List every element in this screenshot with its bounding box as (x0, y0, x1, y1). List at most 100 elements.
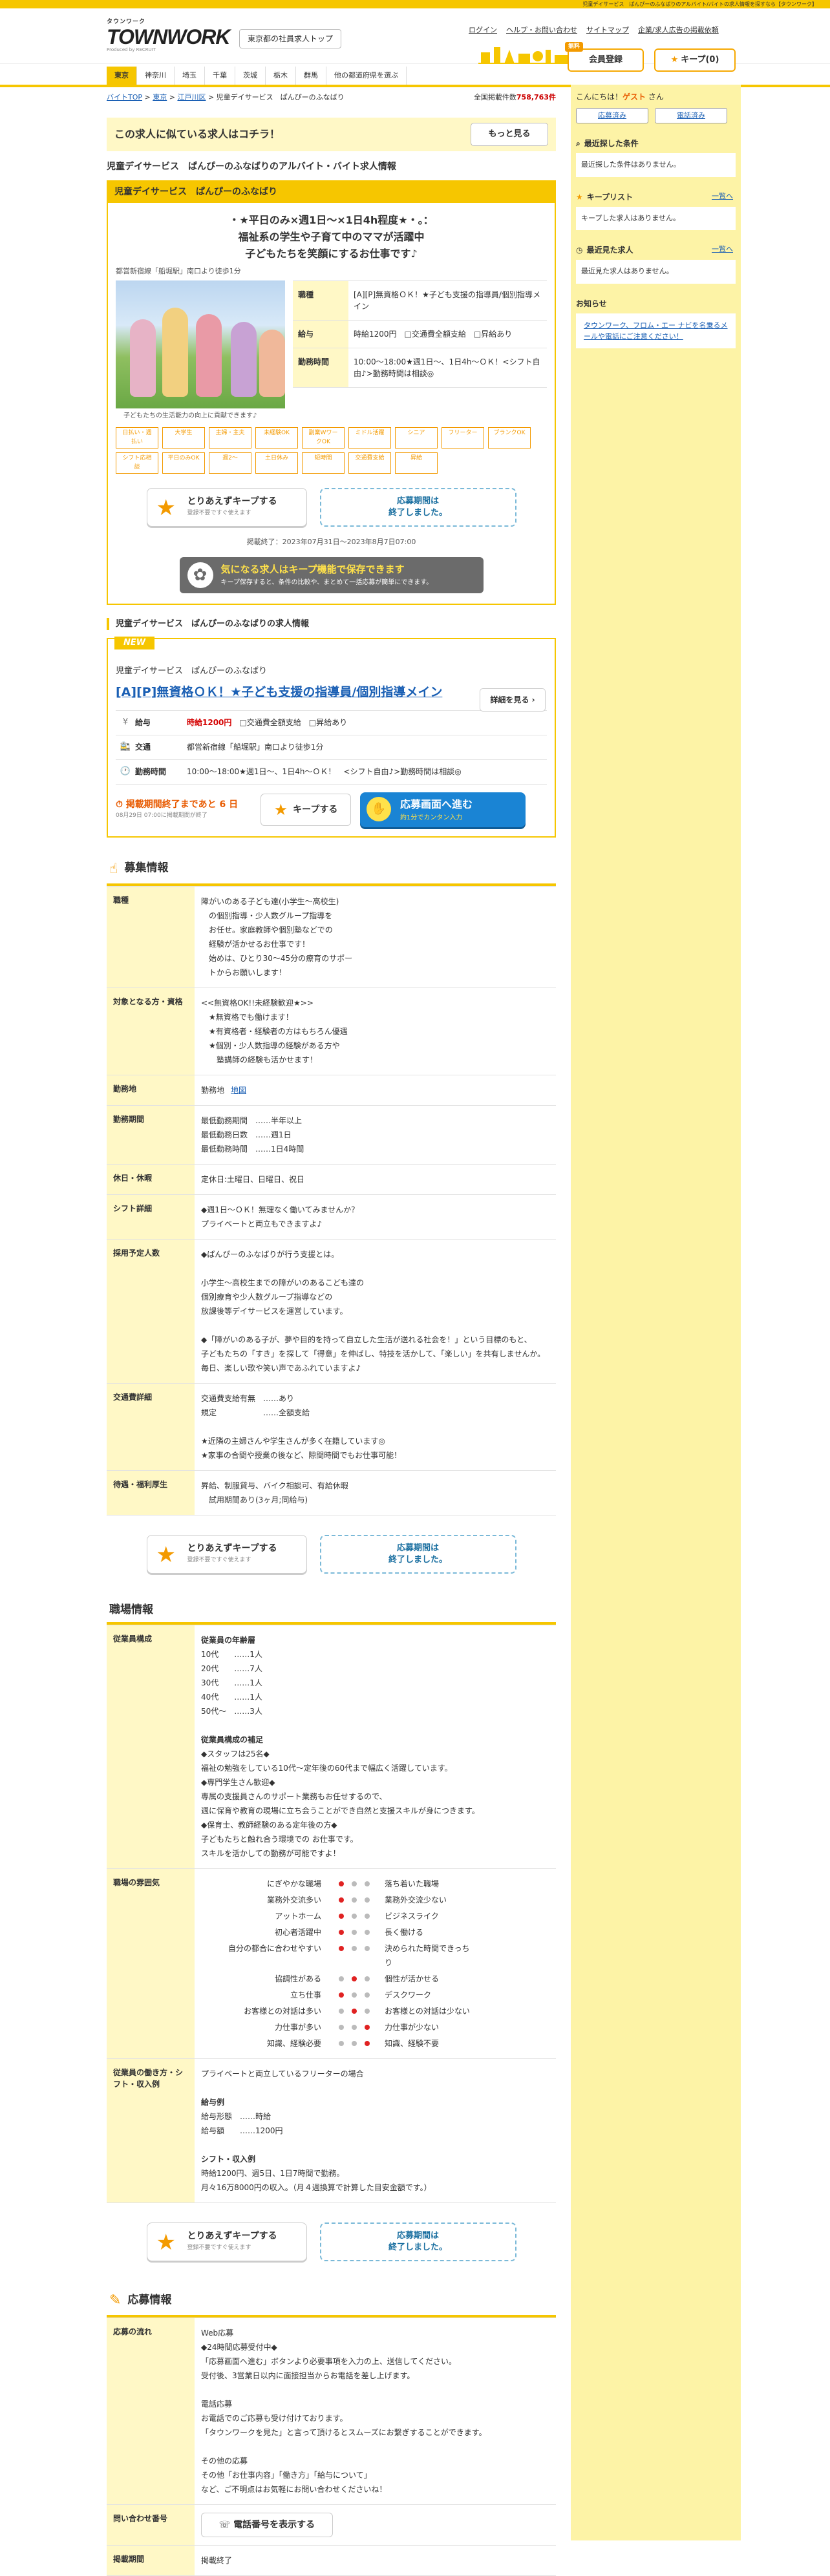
atmosphere-dot (339, 2041, 344, 2046)
region-tab-ibaraki[interactable]: 茨城 (235, 67, 266, 85)
similar-more-button[interactable]: もっと見る (471, 122, 548, 146)
region-top-button[interactable]: 東京都の社員求人トップ (239, 29, 342, 48)
workplace-row-composition: 従業員構成 従業員の年齢層 10代 ……1人 20代 ……7人 30代 ……1人 … (107, 1625, 556, 1869)
apply-info-title: 応募情報 (127, 2293, 172, 2307)
child-figure (259, 330, 285, 397)
pencil-icon: ✎ (109, 2292, 122, 2308)
recruit-row-text: 最低勤務期間 ……半年以上 最低勤務日数 ……週1日 最低勤務時間 ……1日4時… (201, 1115, 304, 1154)
feature-tag: シニア (395, 427, 438, 449)
hand-icon: ✋ (367, 796, 391, 821)
called-button[interactable]: 電話済み (655, 108, 727, 123)
breadcrumb-edogawa[interactable]: 江戸川区 (177, 93, 206, 101)
region-tab-saitama[interactable]: 埼玉 (175, 67, 205, 85)
help-link[interactable]: ヘルプ・お問い合わせ (506, 25, 577, 36)
townwork-logo[interactable]: タウンワーク TOWNWORK Produced by RECRUIT (107, 18, 230, 53)
atmosphere-right-label: 落ち着いた職場 (385, 1879, 440, 1888)
try-keep-button[interactable]: ★ とりあえずキープする 登録不要ですぐ使えます (146, 488, 307, 527)
recruit-row: 勤務地 勤務地 地図 (107, 1075, 556, 1106)
breadcrumb-baito-top[interactable]: バイトTOP (107, 93, 142, 101)
atmosphere-dot (365, 1930, 370, 1935)
atmosphere-dot (365, 2041, 370, 2046)
summary-row-salary: ¥ 給与 時給1200円 □交通費全額支給 □昇給あり (116, 711, 547, 735)
atmosphere-dot (352, 1930, 357, 1935)
workplace-row-value: 従業員の年齢層 10代 ……1人 20代 ……7人 30代 ……1人 40代 ……… (195, 1625, 556, 1868)
hand-icon: ☝ (109, 860, 118, 877)
atmosphere-left-label: 初心者活躍中 (274, 1928, 321, 1937)
recruit-row: 職種 障がいのある子ども達(小学生～高校生) の個別指導・少人数グループ指導を お… (107, 886, 556, 988)
region-tab-gunma[interactable]: 群馬 (296, 67, 326, 85)
notice-title: お知らせ (576, 299, 607, 308)
recruit-row-value: 定休日:土曜日、日曜日、祝日 (195, 1165, 556, 1194)
sitemap-link[interactable]: サイトマップ (586, 25, 629, 36)
region-tab-tochigi[interactable]: 栃木 (266, 67, 296, 85)
atmosphere-left-label: 立ち仕事 (290, 1990, 321, 2000)
keep-feature-banner[interactable]: ✿ 気になる求人はキープ機能で保存できます キープ保存すると、条件の比較や、まと… (179, 556, 484, 593)
logo-word-town: TOWN (107, 25, 167, 48)
region-nav: 東京 神奈川 埼玉 千葉 茨城 栃木 群馬 他の都道府県を選ぶ (107, 67, 407, 85)
keep-button[interactable]: ★ キープする (261, 793, 351, 826)
detail-button[interactable]: 詳細を見る › (480, 688, 546, 712)
keeplist-empty: キープした求人はありません。 (576, 206, 736, 230)
catch-line-3: 子どもたちを笑顔にするお仕事です♪ (245, 247, 418, 260)
feature-tag: 主婦・主夫 (209, 427, 251, 449)
recruit-row-value: 最低勤務期間 ……半年以上 最低勤務日数 ……週1日 最低勤務時間 ……1日4時… (195, 1106, 556, 1164)
atmosphere-dot (339, 2009, 344, 2014)
catch-line-2: 福祉系の学生や子育て中のママが活躍中 (238, 230, 425, 243)
keeplist-more-link[interactable]: 一覧へ (712, 191, 733, 202)
region-tab-other[interactable]: 他の都道府県を選ぶ (326, 67, 407, 85)
recruit-row: 休日・休暇 定休日:土曜日、日曜日、祝日 (107, 1164, 556, 1195)
register-button[interactable]: 無料 会員登録 (565, 42, 644, 72)
ad-request-link[interactable]: 企業/求人広告の掲載依頼 (638, 25, 719, 36)
application-closed-notice: 応募期間は 終了しました。 (319, 1534, 516, 1574)
atmosphere-right-label: 業務外交流少ない (385, 1895, 447, 1905)
feature-tag: 平日のみOK (162, 452, 205, 474)
show-phone-button[interactable]: ☏ 電話番号を表示する (201, 2513, 333, 2537)
salary-example: 給与形態 ……時給 給与額 ……1200円 (201, 2112, 283, 2135)
recruit-row-value: ◆週1日～ＯＫ！無理なく働いてみませんか？ プライベートと両立もできますよ♪ (195, 1195, 556, 1239)
logo-wordmark: TOWNWORK (107, 25, 230, 48)
age-breakdown-title: 従業員の年齢層 (201, 1636, 256, 1645)
photo-caption: 子どもたちの生活能力の向上に貢献できます♪ (123, 412, 257, 419)
salary-highlight: 時給1200円 (187, 718, 232, 727)
applied-button[interactable]: 応募済み (576, 108, 648, 123)
region-tab-chiba[interactable]: 千葉 (205, 67, 235, 85)
breadcrumb: バイトTOP > 東京 > 江戸川区 > 児童デイサービス ぱんぴーのふなばり … (107, 92, 556, 103)
workstyle-case: プライベートと両立しているフリーターの場合 (201, 2069, 364, 2078)
atmosphere-dot (339, 1881, 344, 1886)
free-badge: 無料 (565, 42, 584, 52)
recruit-row: シフト詳細 ◆週1日～ＯＫ！無理なく働いてみませんか？ プライベートと両立もできま… (107, 1194, 556, 1240)
recruit-row-text: 昇給、制服貸与、バイク相談可、有給休暇 試用期間あり(3ヶ月;同給与) (201, 1481, 348, 1504)
apply-row-value: ☏ 電話番号を表示する (195, 2505, 556, 2545)
keep-header-button[interactable]: ★ キープ(0) (654, 48, 736, 72)
apply-row-value: Web応募 ◆24時間応募受付中◆ 「応募画面へ進む」ボタンより必要事項を入力の… (201, 2328, 487, 2494)
region-tab-kanagawa[interactable]: 神奈川 (137, 67, 175, 85)
atmosphere-dot (365, 1946, 370, 1951)
notice-link[interactable]: タウンワーク、フロム・エー ナビを名乗るメールや電話にご注意ください！ (576, 313, 736, 348)
atmosphere-dot (339, 1946, 344, 1951)
application-closed-notice: 応募期間は 終了しました。 (319, 488, 516, 527)
recruit-row-text: ◆週1日～ＯＫ！無理なく働いてみませんか？ プライベートと両立もできますよ♪ (201, 1205, 359, 1229)
region-tab-tokyo[interactable]: 東京 (107, 67, 137, 85)
apply-button[interactable]: ✋ 応募画面へ進む 約1分でカンタン入力 (360, 792, 526, 827)
atmosphere-dots (326, 1893, 382, 1907)
map-link[interactable]: 地図 (231, 1086, 246, 1095)
atmosphere-right-label: 力仕事が少ない (385, 2023, 440, 2032)
workplace-heading: 職場情報 (107, 1598, 556, 1625)
recruit-row-label: 採用予定人数 (107, 1239, 195, 1383)
total-count-value: 758,763件 (516, 93, 556, 101)
feature-tag: シフト応相談 (116, 452, 158, 474)
feature-tag: 未経験OK (255, 427, 298, 449)
composition-note: ◆スタッフは25名◆ 福祉の勉強をしている10代～定年後の60代まで幅広く活躍し… (201, 1749, 480, 1858)
summary-job-title-link[interactable]: [A][P]無資格ＯＫ！★子ども支援の指導員/個別指導メイン (116, 683, 452, 701)
recruit-row-value: <<無資格OK!!未経験歓迎★>> ★無資格でも働けます！ ★有資格者・経験者の… (195, 988, 556, 1075)
header: タウンワーク TOWNWORK Produced by RECRUIT 東京都の… (0, 8, 830, 72)
breadcrumb-tokyo[interactable]: 東京 (153, 93, 167, 101)
job-summary-card: NEW 児童デイサービス ぱんぴーのふなばり [A][P]無資格ＯＫ！★子ども支… (107, 637, 556, 838)
login-link[interactable]: ログイン (469, 25, 497, 36)
try-keep-button[interactable]: ★ とりあえずキープする 登録不要ですぐ使えます (146, 2222, 307, 2261)
salary-example-title: 給与例 (201, 2098, 225, 2107)
recent-viewed-more-link[interactable]: 一覧へ (712, 244, 733, 255)
try-keep-button[interactable]: ★ とりあえずキープする 登録不要ですぐ使えます (146, 1534, 307, 1574)
feature-tag: ミドル活躍 (348, 427, 391, 449)
job-catchcopy: ・★平日のみ×週1日～×1日4h程度★・。： 福祉系の学生や子育て中のママが活躍… (108, 203, 555, 262)
